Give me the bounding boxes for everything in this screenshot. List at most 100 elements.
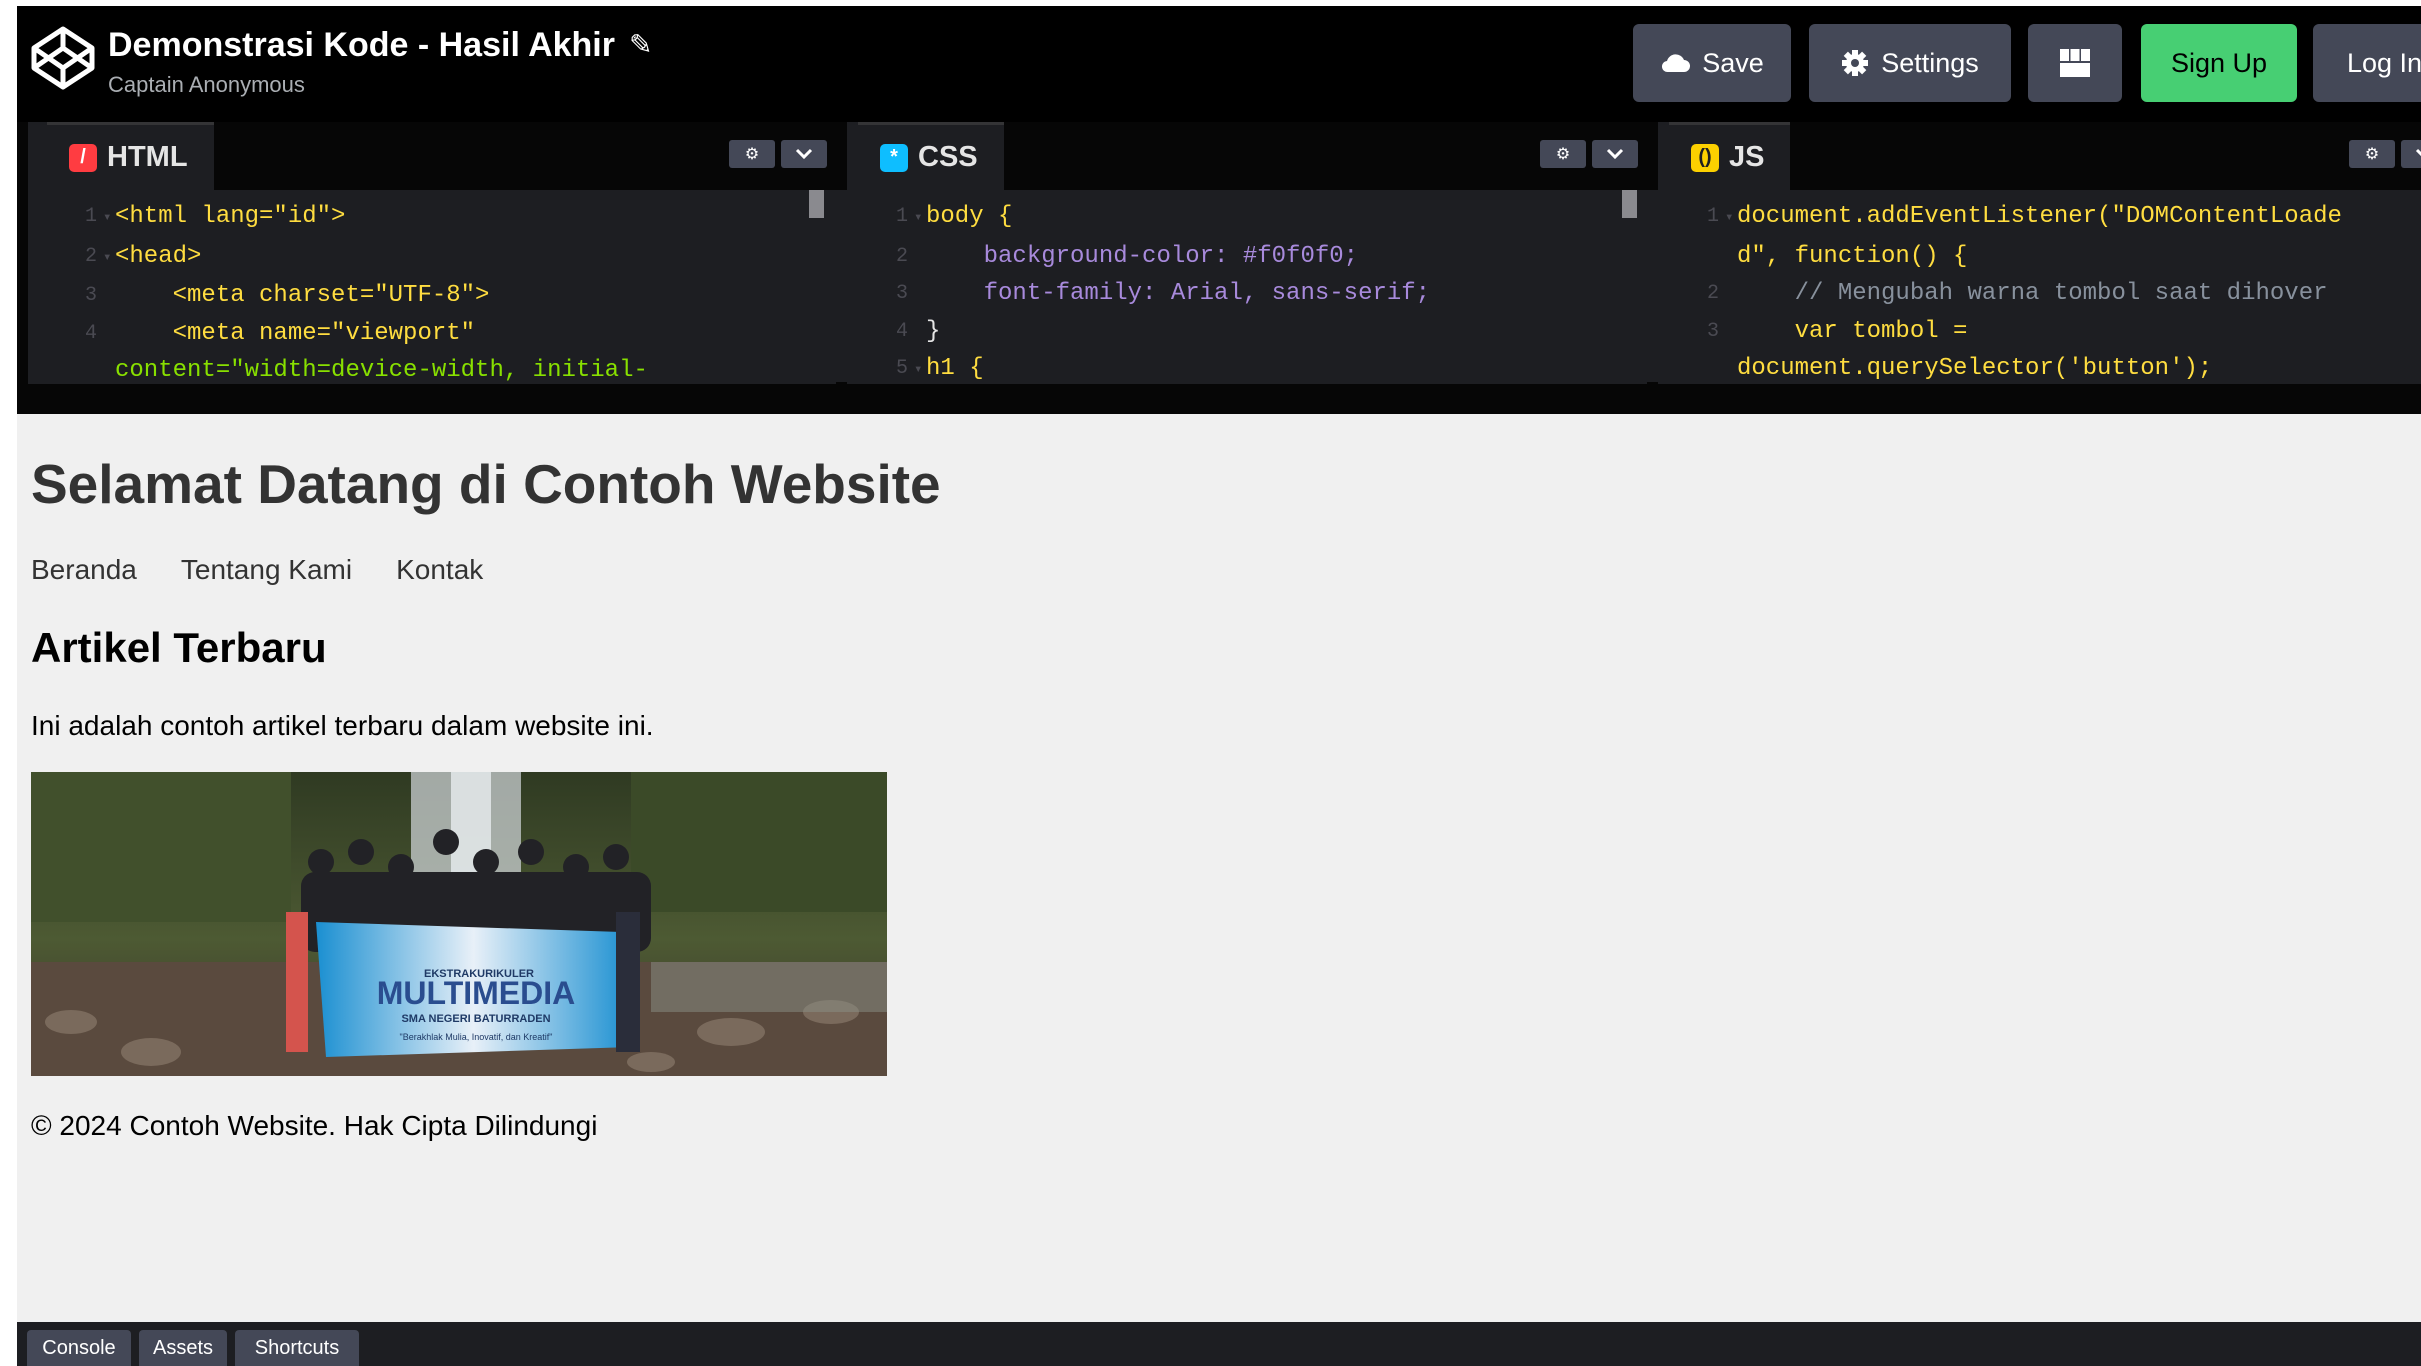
css-settings-gear-icon[interactable]: ⚙ (1540, 140, 1586, 168)
code-line: 4 } (858, 313, 1658, 351)
html-code[interactable]: 1 ▾ <html lang="id"> 2 ▾ <head> 3 <meta ch… (47, 190, 847, 382)
html-settings-gear-icon[interactable]: ⚙ (729, 140, 775, 168)
html-tabbar: / HTML ⚙ (47, 122, 847, 190)
nav-link-tentang-kami[interactable]: Tentang Kami (181, 554, 352, 586)
fold-arrow-icon[interactable]: ▾ (1725, 198, 1737, 238)
line-number: 1 (1706, 205, 1719, 228)
line-number (1669, 350, 1725, 382)
js-braces-icon: () (1691, 143, 1719, 172)
article-photo: EKSTRAKURIKULER MULTIMEDIA SMA NEGERI BA… (31, 772, 887, 1076)
js-editor-panel: () JS ⚙ 1 ▾ document.addEventListener("DO… (1669, 122, 2421, 382)
tab-html-label: HTML (107, 141, 188, 173)
change-view-button[interactable] (2028, 24, 2122, 102)
edit-pencil-icon[interactable]: ✎ (629, 24, 652, 66)
tab-css[interactable]: * CSS (858, 122, 1004, 190)
sign-up-button[interactable]: Sign Up (2141, 24, 2297, 102)
pen-author[interactable]: Captain Anonymous (108, 72, 652, 98)
html-editor-controls: ⚙ (729, 140, 827, 168)
fold-arrow-icon[interactable]: ▾ (914, 198, 926, 238)
code-text: document.addEventListener("DOMContentLoa… (1737, 203, 2342, 230)
code-text: <head> (115, 242, 202, 270)
preview-paragraph: Ini adalah contoh artikel terbaru dalam … (31, 710, 654, 741)
js-collapse-chevron-down-icon[interactable] (2401, 140, 2421, 168)
html-scrollbar[interactable] (809, 190, 824, 218)
js-editor-controls: ⚙ (2349, 140, 2421, 168)
code-text: font-family: Arial, sans-serif; (926, 280, 1431, 307)
assets-button[interactable]: Assets (139, 1330, 227, 1366)
preview-footer: © 2024 Contoh Website. Hak Cipta Dilindu… (31, 1110, 598, 1141)
code-line: d", function() { (1669, 238, 2421, 276)
code-line: 3 var tombol = (1669, 313, 2421, 351)
js-tabbar: () JS ⚙ (1669, 122, 2421, 190)
code-text: background-color: #f0f0f0; (926, 242, 1359, 270)
code-line: 1 ▾ <html lang="id"> (47, 198, 847, 238)
js-settings-gear-icon[interactable]: ⚙ (2349, 140, 2395, 168)
html-editor-panel: / HTML ⚙ 1 ▾ <html lang="id"> 2 ▾ <head>… (47, 122, 847, 382)
html-slash-icon: / (69, 143, 97, 172)
preview-heading: Selamat Datang di Contoh Website (31, 453, 941, 515)
tab-js[interactable]: () JS (1669, 122, 1791, 190)
code-text: body { (926, 203, 1013, 230)
tab-js-label: JS (1729, 141, 1765, 173)
code-line: 2 background-color: #f0f0f0; (858, 238, 1658, 276)
css-scrollbar[interactable] (1622, 190, 1637, 218)
line-number: 3 (84, 284, 97, 307)
nav-link-beranda[interactable]: Beranda (31, 554, 137, 586)
code-line: content="width=device-width, initial- (47, 352, 847, 382)
tab-html[interactable]: / HTML (47, 122, 214, 190)
save-button[interactable]: Save (1633, 24, 1791, 102)
code-text: <meta name="viewport" (115, 319, 476, 347)
gear-icon (1842, 50, 1869, 76)
line-number: 2 (84, 244, 97, 268)
preview-nav: Beranda Tentang Kami Kontak (31, 554, 483, 586)
codepen-window: Demonstrasi Kode - Hasil Akhir ✎ Captain… (0, 0, 2421, 1366)
editor-area: / HTML ⚙ 1 ▾ <html lang="id"> 2 ▾ <head>… (17, 122, 2421, 414)
line-number: 4 (895, 319, 908, 343)
code-line: 1 ▾ body { (858, 198, 1658, 238)
console-button[interactable]: Console (27, 1330, 131, 1366)
code-text: document.querySelector('button'); (1737, 355, 2213, 382)
preview-subheading: Artikel Terbaru (31, 624, 327, 671)
preview-pane: Selamat Datang di Contoh Website Beranda… (17, 414, 2421, 1322)
line-number: 2 (895, 244, 908, 268)
css-editor-panel: * CSS ⚙ 1 ▾ body { 2 background-color: #… (858, 122, 1658, 382)
css-editor-controls: ⚙ (1540, 140, 1638, 168)
code-line: document.querySelector('button'); (1669, 350, 2421, 382)
tab-css-label: CSS (918, 141, 978, 173)
code-text: var tombol = (1737, 317, 1968, 345)
js-code[interactable]: 1 ▾ document.addEventListener("DOMContent… (1669, 190, 2421, 382)
css-collapse-chevron-down-icon[interactable] (1592, 140, 1638, 168)
code-line: 2 // Mengubah warna tombol saat dihover (1669, 275, 2421, 313)
fold-arrow-icon[interactable]: ▾ (914, 350, 926, 382)
codepen-logo-icon[interactable] (29, 24, 97, 92)
fold-arrow-icon[interactable]: ▾ (103, 238, 115, 278)
log-in-button[interactable]: Log In (2313, 24, 2421, 102)
code-line: 5 ▾ h1 { (858, 350, 1658, 382)
code-text: // Mengubah warna tombol saat dihover (1737, 280, 2328, 307)
css-code[interactable]: 1 ▾ body { 2 background-color: #f0f0f0; 3… (858, 190, 1658, 382)
shortcuts-button[interactable]: Shortcuts (235, 1330, 359, 1366)
line-number: 3 (895, 282, 908, 305)
settings-button[interactable]: Settings (1809, 24, 2011, 102)
nav-link-kontak[interactable]: Kontak (396, 554, 483, 586)
line-number: 3 (1706, 319, 1719, 343)
code-text: <meta charset="UTF-8"> (115, 282, 490, 309)
editor-gutter-left (17, 122, 28, 384)
editor-resize-bar[interactable] (17, 384, 2421, 414)
fold-arrow-icon[interactable]: ▾ (103, 198, 115, 238)
settings-label: Settings (1881, 47, 1979, 78)
save-label: Save (1702, 47, 1764, 78)
html-collapse-chevron-down-icon[interactable] (781, 140, 827, 168)
pen-title[interactable]: Demonstrasi Kode - Hasil Akhir ✎ (108, 24, 652, 66)
code-line: 4 <meta name="viewport" (47, 315, 847, 353)
code-line: 3 <meta charset="UTF-8"> (47, 277, 847, 315)
line-number: 2 (1706, 282, 1719, 305)
line-number: 4 (84, 321, 97, 345)
left-edge (0, 0, 17, 1366)
code-line: 3 font-family: Arial, sans-serif; (858, 275, 1658, 313)
cloud-icon (1662, 54, 1691, 73)
banner-school-text: SMA NEGERI BATURRADEN (401, 1013, 550, 1025)
code-text: } (926, 317, 941, 345)
pen-title-area: Demonstrasi Kode - Hasil Akhir ✎ Captain… (108, 24, 652, 98)
line-number: 5 (895, 357, 908, 380)
